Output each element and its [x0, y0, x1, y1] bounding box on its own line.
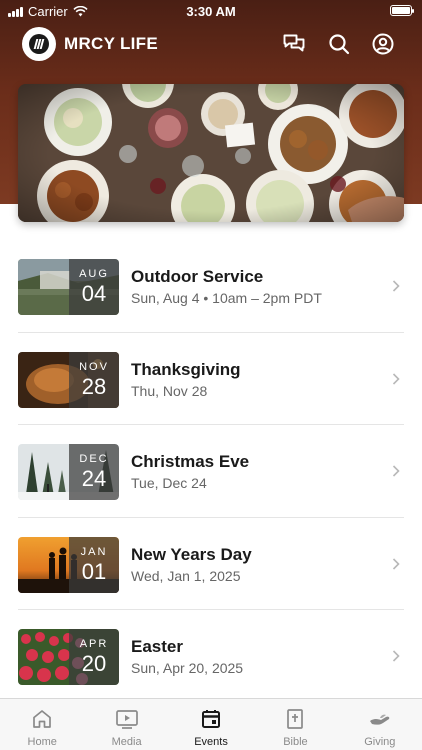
tab-giving[interactable]: Giving [338, 699, 422, 750]
event-datetime: Tue, Dec 24 [131, 475, 207, 492]
app-header: MRCY LIFE [0, 24, 422, 64]
tab-home[interactable]: Home [0, 699, 84, 750]
media-icon [115, 710, 138, 729]
app-title: MRCY LIFE [64, 34, 159, 53]
event-title: Outdoor Service [131, 267, 264, 286]
tab-events[interactable]: Events [169, 699, 253, 750]
date-month: NOV [79, 360, 109, 373]
date-badge: NOV 28 [69, 351, 119, 408]
tab-label: Giving [364, 736, 396, 748]
date-badge: APR 20 [69, 629, 119, 686]
hero-banner-image[interactable] [18, 84, 404, 222]
account-icon[interactable] [371, 32, 395, 56]
tab-bible[interactable]: Bible [253, 699, 337, 750]
event-thumbnail: JAN 01 [18, 536, 119, 593]
status-time: 3:30 AM [186, 4, 236, 19]
chevron-right-icon [392, 465, 400, 477]
event-thumbnail: APR 20 [18, 629, 119, 686]
tab-label: Media [111, 736, 142, 748]
event-row-thanksgiving[interactable]: NOV 28 Thanksgiving Thu, Nov 28 [0, 333, 422, 426]
chevron-right-icon [392, 280, 400, 292]
logo-mark-icon [29, 34, 49, 54]
event-row-christmas-eve[interactable]: DEC 24 Christmas Eve Tue, Dec 24 [0, 425, 422, 518]
date-month: DEC [79, 453, 109, 466]
date-badge: AUG 04 [69, 259, 119, 315]
search-icon[interactable] [327, 32, 351, 56]
date-day: 04 [81, 281, 107, 306]
date-day: 01 [81, 558, 107, 584]
chevron-right-icon [392, 373, 400, 385]
tab-bar: Home Media Events Bible Giving [0, 698, 422, 750]
event-datetime: Wed, Jan 1, 2025 [131, 567, 241, 584]
event-thumbnail: AUG 04 [18, 259, 119, 315]
event-datetime: Sun, Apr 20, 2025 [131, 660, 244, 677]
home-icon [33, 710, 52, 728]
date-badge: JAN 01 [69, 536, 119, 593]
event-title: Thanksgiving [131, 359, 241, 379]
banquet-table-image [18, 84, 404, 222]
giving-icon [369, 714, 390, 725]
event-title: New Years Day [131, 544, 252, 564]
event-thumbnail: NOV 28 [18, 351, 119, 408]
events-list: AUG 04 Outdoor Service Sun, Aug 4 • 10am… [0, 240, 422, 703]
date-day: 28 [81, 373, 107, 399]
event-thumbnail: DEC 24 [18, 444, 119, 501]
date-day: 20 [81, 651, 107, 677]
calendar-icon [202, 710, 221, 728]
battery-icon [390, 5, 414, 16]
date-month: AUG [79, 268, 109, 280]
date-badge: DEC 24 [69, 444, 119, 501]
messages-icon[interactable] [282, 32, 306, 56]
tab-label: Home [27, 736, 57, 748]
date-month: JAN [80, 545, 108, 558]
event-title: Christmas Eve [131, 452, 250, 472]
app-logo[interactable] [22, 27, 56, 61]
chevron-right-icon [392, 558, 400, 570]
tab-media[interactable]: Media [84, 699, 168, 750]
status-bar: Carrier 3:30 AM [0, 0, 422, 22]
date-day: 24 [81, 466, 107, 492]
event-datetime: Sun, Aug 4 • 10am – 2pm PDT [131, 290, 322, 306]
tab-label: Events [194, 736, 228, 748]
event-row-new-years-day[interactable]: JAN 01 New Years Day Wed, Jan 1, 2025 [0, 518, 422, 611]
bible-icon [287, 709, 304, 729]
date-month: APR [79, 638, 109, 651]
event-row-outdoor-service[interactable]: AUG 04 Outdoor Service Sun, Aug 4 • 10am… [0, 240, 422, 333]
tab-label: Bible [283, 736, 308, 748]
chevron-right-icon [392, 650, 400, 662]
event-row-easter[interactable]: APR 20 Easter Sun, Apr 20, 2025 [0, 610, 422, 703]
event-datetime: Thu, Nov 28 [131, 382, 208, 399]
event-title: Easter [131, 637, 183, 657]
